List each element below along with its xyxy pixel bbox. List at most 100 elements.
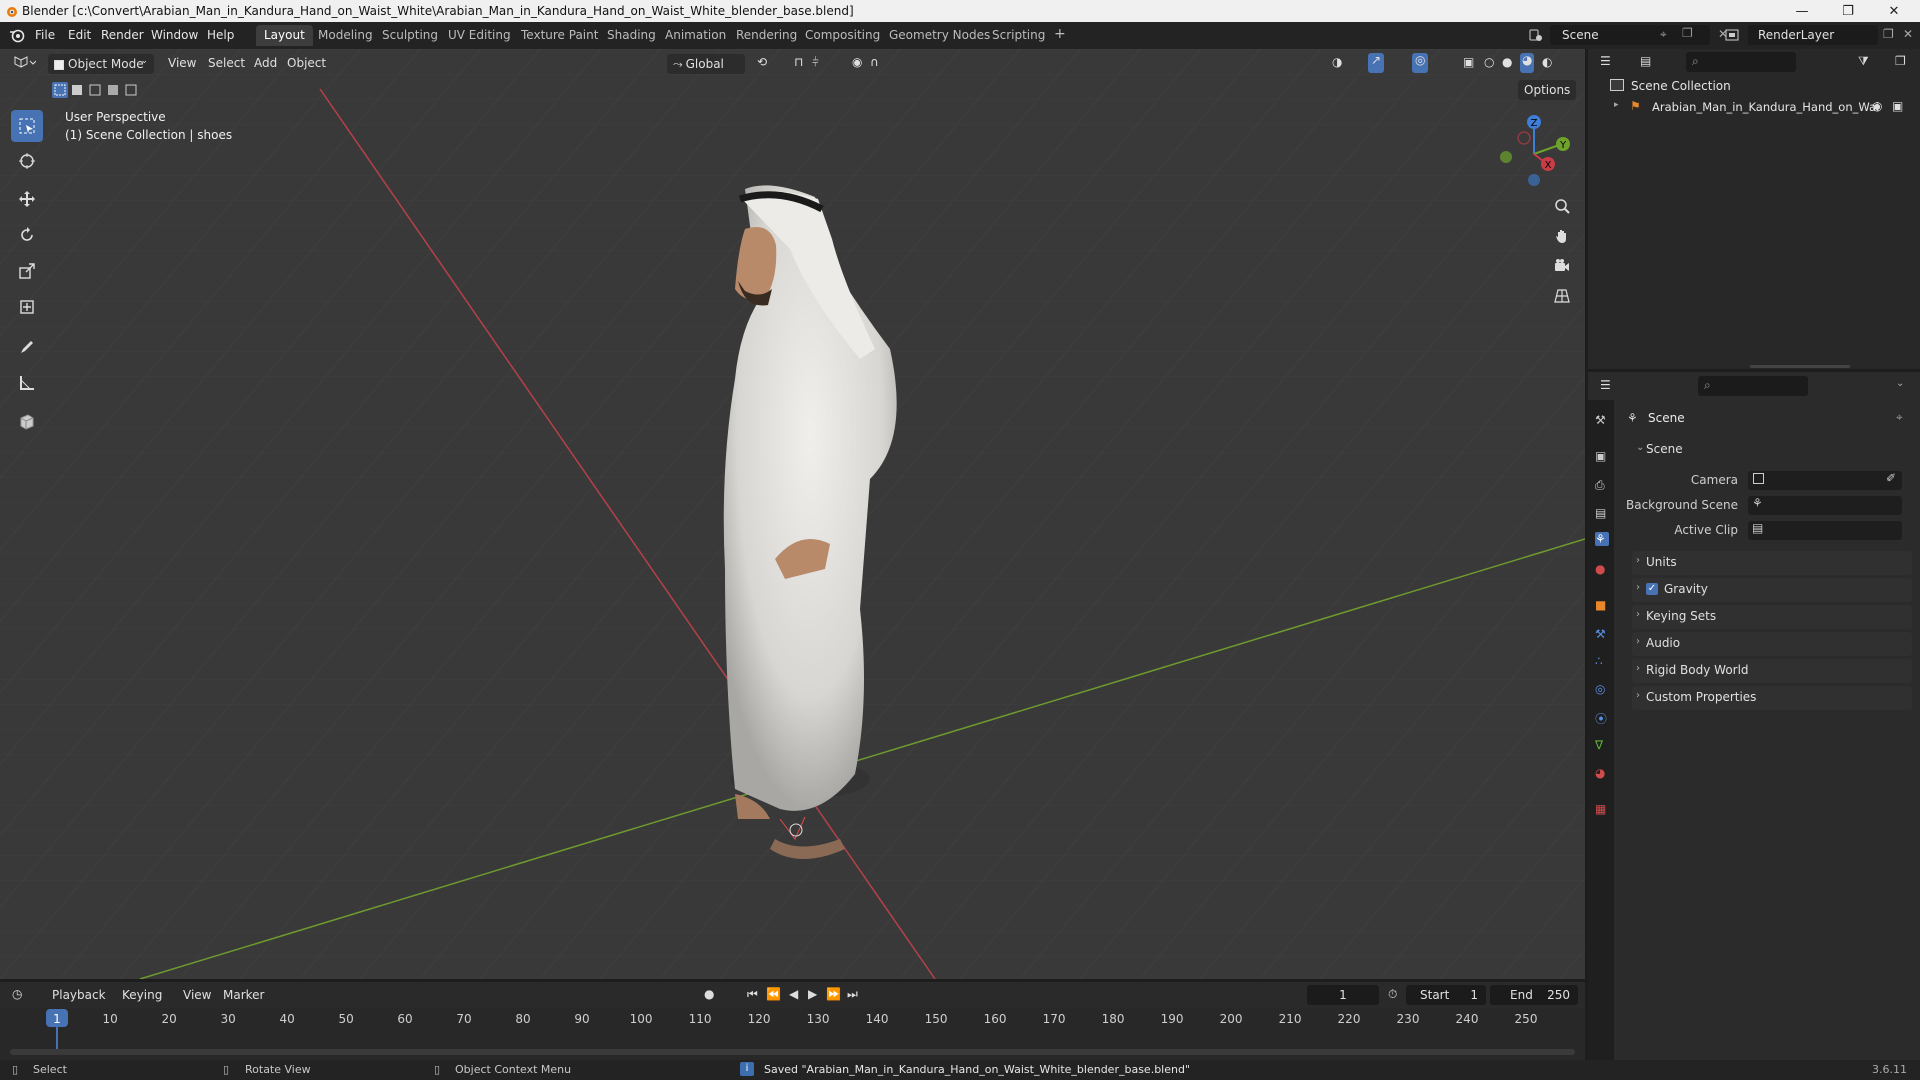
play-reverse-icon[interactable]: ◀	[789, 987, 798, 1001]
camera-field[interactable]: ✐	[1748, 471, 1902, 490]
minimize-button[interactable]: —	[1780, 0, 1824, 22]
blender-menu-icon[interactable]	[9, 27, 25, 43]
new-render-layer-icon[interactable]: ❐	[1883, 27, 1894, 41]
camera-view-icon[interactable]	[1548, 252, 1576, 280]
particles-tab-icon[interactable]: ∴	[1595, 654, 1609, 668]
active-clip-field[interactable]: ▤	[1748, 521, 1902, 540]
tab-texture-paint[interactable]: Texture Paint	[513, 25, 606, 46]
menu-window[interactable]: Window	[151, 28, 198, 42]
viewport-menu-select[interactable]: Select	[208, 56, 245, 76]
tab-compositing[interactable]: Compositing	[797, 25, 888, 46]
auto-keying-icon[interactable]: ●	[704, 987, 714, 1001]
gizmo-toggle-icon[interactable]: ↗	[1368, 53, 1385, 73]
proportional-edit-icon[interactable]: ◉	[852, 55, 862, 75]
chevron-down-icon[interactable]: ⌄	[1896, 378, 1904, 389]
panel-keying-sets[interactable]: › Keying Sets	[1632, 605, 1912, 629]
material-tab-icon[interactable]: ◕	[1595, 766, 1609, 780]
outliner-search-input[interactable]: ⌕	[1686, 52, 1796, 72]
render-layer-icon[interactable]	[1724, 27, 1744, 43]
outliner-editor-icon[interactable]: ☰	[1600, 54, 1611, 68]
data-tab-icon[interactable]: ∇	[1595, 738, 1609, 752]
timeline-menu-keying[interactable]: Keying	[122, 988, 162, 1002]
new-collection-icon[interactable]: ❐	[1895, 54, 1906, 68]
tab-rendering[interactable]: Rendering	[728, 25, 805, 46]
snap-target-icon[interactable]: ⫩	[812, 55, 819, 75]
properties-editor-icon[interactable]: ☰	[1600, 378, 1611, 392]
navigation-gizmo[interactable]: Z Y X	[1492, 112, 1572, 192]
outliner-scene-collection[interactable]: Scene Collection	[1631, 79, 1731, 93]
material-shading-icon[interactable]: ◕	[1520, 53, 1535, 73]
pin-icon[interactable]: ⌖	[1896, 410, 1903, 425]
expand-chevron-icon[interactable]: ▸	[1614, 100, 1619, 110]
next-keyframe-icon[interactable]: ⏩	[826, 987, 841, 1001]
pivot-icon[interactable]: ⟲	[757, 55, 767, 75]
tab-animation[interactable]: Animation	[657, 25, 734, 46]
select-box-mode-icon[interactable]	[52, 82, 148, 102]
panel-audio[interactable]: › Audio	[1632, 632, 1912, 656]
select-box-tool[interactable]	[11, 110, 43, 142]
menu-file[interactable]: File	[35, 28, 55, 42]
tab-sculpting[interactable]: Sculpting	[374, 25, 446, 46]
maximize-button[interactable]: ❐	[1826, 0, 1870, 22]
measure-tool[interactable]	[11, 367, 43, 399]
xray-icon[interactable]: ▣	[1463, 55, 1474, 75]
physics-tab-icon[interactable]: ◎	[1595, 682, 1609, 696]
eye-icon[interactable]: ◉	[1872, 99, 1882, 113]
wireframe-shading-icon[interactable]: ○	[1484, 55, 1494, 75]
end-frame-field[interactable]: End 250	[1490, 985, 1578, 1005]
eyedropper-icon[interactable]: ✐	[1886, 471, 1896, 485]
prev-keyframe-icon[interactable]: ⏪	[766, 987, 781, 1001]
rotate-tool[interactable]	[11, 219, 43, 251]
scale-tool[interactable]	[11, 255, 43, 287]
object-tab-icon[interactable]: ■	[1595, 598, 1609, 612]
tool-tab-icon[interactable]: ⚒	[1595, 413, 1609, 427]
tab-modeling[interactable]: Modeling	[310, 25, 381, 46]
snap-icon[interactable]: ⊓	[794, 55, 803, 75]
render-tab-icon[interactable]: ▣	[1595, 449, 1609, 463]
3d-viewport[interactable]	[0, 49, 1585, 979]
menu-edit[interactable]: Edit	[68, 28, 91, 42]
new-scene-icon[interactable]: ❐	[1682, 26, 1693, 40]
solid-shading-icon[interactable]: ●	[1502, 55, 1512, 75]
render-layer-selector[interactable]: RenderLayer	[1748, 25, 1878, 45]
panel-units[interactable]: › Units	[1632, 551, 1912, 575]
menu-render[interactable]: Render	[101, 28, 144, 42]
editor-type-icon[interactable]	[12, 54, 36, 70]
current-frame-field[interactable]: 1	[1307, 985, 1379, 1005]
jump-start-icon[interactable]: ⏮	[747, 987, 758, 1002]
filter-icon[interactable]: ⧩	[1858, 54, 1869, 69]
constraints-tab-icon[interactable]: ⦿	[1595, 710, 1609, 726]
perspective-toggle-icon[interactable]	[1548, 282, 1576, 310]
tab-scripting[interactable]: Scripting	[984, 25, 1053, 46]
add-cube-tool[interactable]	[11, 405, 43, 437]
timeline-menu-view[interactable]: View	[183, 988, 211, 1002]
annotate-tool[interactable]	[11, 331, 43, 363]
modifier-tab-icon[interactable]: ⚒	[1595, 627, 1609, 641]
panel-scene-header[interactable]: ⌄ Scene	[1632, 438, 1912, 462]
viewport-menu-add[interactable]: Add	[254, 56, 277, 76]
tab-uv-editing[interactable]: UV Editing	[440, 25, 519, 46]
add-workspace-button[interactable]: +	[1046, 23, 1074, 44]
start-frame-field[interactable]: Start 1	[1406, 985, 1486, 1005]
display-mode-icon[interactable]: ▤	[1640, 54, 1651, 68]
overlay-toggle-icon[interactable]: ◎	[1412, 53, 1429, 73]
gravity-checkbox[interactable]: ✓	[1646, 583, 1658, 595]
cursor-tool[interactable]	[11, 145, 43, 177]
properties-search-input[interactable]: ⌕	[1698, 376, 1808, 396]
outliner-scrollbar[interactable]	[1750, 365, 1850, 368]
pin-icon[interactable]: ⌖	[1660, 27, 1667, 42]
rendered-shading-icon[interactable]: ◐	[1542, 55, 1552, 75]
transform-tool[interactable]	[11, 291, 43, 323]
background-scene-field[interactable]: ⚘	[1748, 496, 1902, 515]
orientation-dropdown[interactable]: ⤳ Global	[667, 54, 745, 74]
scene-selector[interactable]: Scene ⌖ ❐	[1550, 25, 1710, 45]
outliner-item[interactable]: Arabian_Man_in_Kandura_Hand_on_Wai	[1652, 100, 1879, 114]
timeline-scrollbar[interactable]	[10, 1049, 1575, 1055]
panel-rigid-body-world[interactable]: › Rigid Body World	[1632, 659, 1912, 683]
play-icon[interactable]: ▶	[808, 987, 817, 1001]
tab-shading[interactable]: Shading	[599, 25, 664, 46]
timeline-editor-icon[interactable]: ◷	[12, 987, 22, 1001]
preview-range-icon[interactable]: ⏱	[1388, 987, 1397, 1002]
mode-dropdown[interactable]: Object Mode ⌄	[48, 54, 154, 74]
visibility-icon[interactable]: ◑	[1332, 55, 1342, 75]
